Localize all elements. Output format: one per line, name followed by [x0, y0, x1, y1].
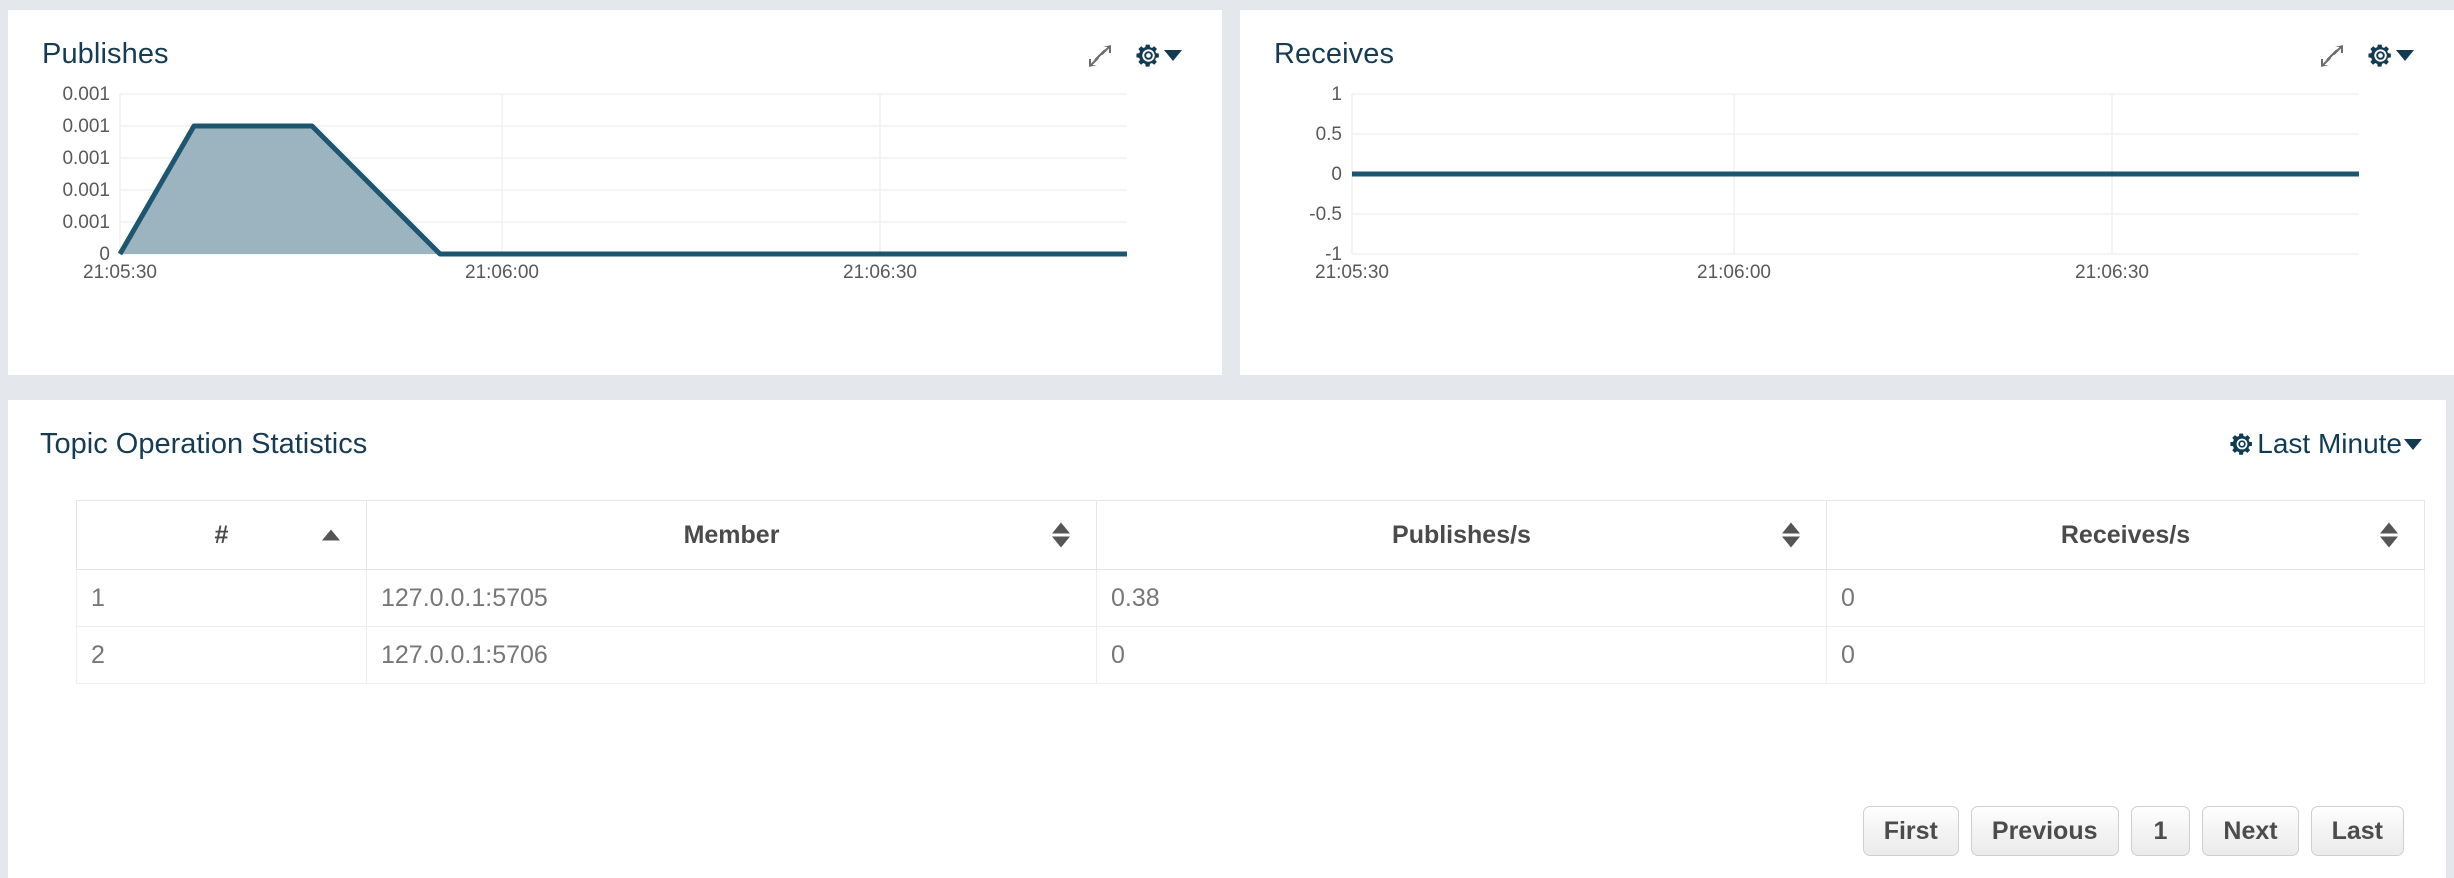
svg-text:-0.5: -0.5 [1309, 204, 1342, 225]
svg-text:0: 0 [1331, 164, 1342, 185]
publishes-x-ticks: 21:05:30 21:06:00 21:06:30 [83, 262, 917, 282]
chevron-down-icon [2404, 438, 2422, 450]
cell-member: 127.0.0.1:5706 [366, 626, 1097, 684]
publishes-y-ticks: 0.001 0.001 0.001 0.001 0.001 0 [62, 84, 110, 265]
pagination: First Previous 1 Next Last [1862, 806, 2404, 856]
column-header-member[interactable]: Member [366, 500, 1097, 570]
sort-toggle-icon[interactable] [1052, 522, 1070, 548]
publishes-chart: 0.001 0.001 0.001 0.001 0.001 0 21:05:30… [42, 82, 1188, 292]
publishes-chart-svg: 0.001 0.001 0.001 0.001 0.001 0 21:05:30… [62, 84, 1127, 282]
receives-title: Receives [1274, 38, 1395, 70]
publishes-panel: Publishes 0.001 0.001 0.001 0.001 0.001 … [8, 10, 1222, 375]
receives-panel-header: Receives [1240, 10, 2454, 82]
chevron-down-icon [1164, 50, 1182, 61]
publishes-panel-tools [1087, 42, 1182, 69]
gear-icon [2368, 44, 2391, 67]
svg-text:0.5: 0.5 [1316, 124, 1342, 145]
receives-settings-menu[interactable] [2367, 42, 2414, 69]
pagination-next-button[interactable]: Next [2202, 806, 2299, 856]
column-header-number[interactable]: # [76, 500, 367, 570]
table-header: # Member Publishes/s Receives/s [76, 500, 2425, 570]
pagination-first-button[interactable]: First [1862, 806, 1959, 856]
svg-text:0.001: 0.001 [62, 212, 110, 233]
receives-panel: Receives 1 0.5 0 -0.5 -1 21:05:30 21:06:… [1240, 10, 2454, 375]
receives-y-ticks: 1 0.5 0 -0.5 -1 [1309, 84, 1342, 265]
svg-text:21:06:00: 21:06:00 [465, 262, 539, 282]
svg-text:0.001: 0.001 [62, 84, 110, 105]
receives-x-ticks: 21:05:30 21:06:00 21:06:30 [1315, 262, 2149, 282]
cell-receives: 0 [1826, 626, 2425, 684]
publishes-settings-menu[interactable] [1135, 42, 1182, 69]
svg-text:0.001: 0.001 [62, 116, 110, 137]
gear-icon [2229, 431, 2255, 457]
svg-text:1: 1 [1331, 84, 1342, 105]
publishes-panel-header: Publishes [8, 10, 1222, 82]
expand-arrows-icon[interactable] [1087, 43, 1113, 69]
column-header-receives[interactable]: Receives/s [1826, 500, 2425, 570]
publishes-title: Publishes [42, 38, 169, 70]
column-header-publishes-label: Publishes/s [1392, 520, 1531, 549]
pagination-previous-button[interactable]: Previous [1970, 806, 2119, 856]
cell-publishes: 0.38 [1096, 569, 1827, 627]
stats-panel-header: Topic Operation Statistics Last Minute [8, 400, 2446, 478]
svg-text:0.001: 0.001 [62, 148, 110, 169]
time-range-dropdown[interactable]: Last Minute [2229, 428, 2422, 460]
receives-panel-tools [2319, 42, 2414, 69]
expand-arrows-icon[interactable] [2319, 43, 2345, 69]
sort-toggle-icon[interactable] [2380, 522, 2398, 548]
svg-text:21:05:30: 21:05:30 [83, 262, 157, 282]
pagination-page-1-button[interactable]: 1 [2130, 806, 2191, 856]
receives-chart-svg: 1 0.5 0 -0.5 -1 21:05:30 21:06:00 21:06:… [1309, 84, 2359, 282]
gear-icon [1136, 44, 1159, 67]
sort-ascending-icon[interactable] [322, 529, 340, 541]
cell-receives: 0 [1826, 569, 2425, 627]
cell-number: 2 [76, 626, 367, 684]
svg-text:21:06:30: 21:06:30 [843, 262, 917, 282]
svg-text:0.001: 0.001 [62, 180, 110, 201]
column-header-member-label: Member [683, 520, 780, 549]
cell-member: 127.0.0.1:5705 [366, 569, 1097, 627]
dashboard-page: Publishes 0.001 0.001 0.001 0.001 0.001 … [0, 0, 2454, 878]
column-header-publishes[interactable]: Publishes/s [1096, 500, 1827, 570]
table-row[interactable]: 2 127.0.0.1:5706 0 0 [76, 626, 2425, 684]
time-range-label: Last Minute [2257, 428, 2402, 459]
page-title: Topic Operation Statistics [40, 428, 368, 460]
svg-text:21:05:30: 21:05:30 [1315, 262, 1389, 282]
svg-text:21:06:30: 21:06:30 [2075, 262, 2149, 282]
table-row[interactable]: 1 127.0.0.1:5705 0.38 0 [76, 569, 2425, 627]
column-header-receives-label: Receives/s [2060, 520, 2191, 549]
topic-operation-statistics-panel: Topic Operation Statistics Last Minute #… [8, 400, 2446, 878]
pagination-last-button[interactable]: Last [2310, 806, 2404, 856]
receives-chart: 1 0.5 0 -0.5 -1 21:05:30 21:06:00 21:06:… [1274, 82, 2420, 292]
charts-row: Publishes 0.001 0.001 0.001 0.001 0.001 … [0, 10, 2454, 380]
topic-statistics-table: # Member Publishes/s Receives/s 1 127.0.… [76, 500, 2425, 684]
chevron-down-icon [2396, 50, 2414, 61]
cell-publishes: 0 [1096, 626, 1827, 684]
table-body: 1 127.0.0.1:5705 0.38 0 2 127.0.0.1:5706… [76, 569, 2425, 684]
svg-text:21:06:00: 21:06:00 [1697, 262, 1771, 282]
cell-number: 1 [76, 569, 367, 627]
sort-toggle-icon[interactable] [1782, 522, 1800, 548]
